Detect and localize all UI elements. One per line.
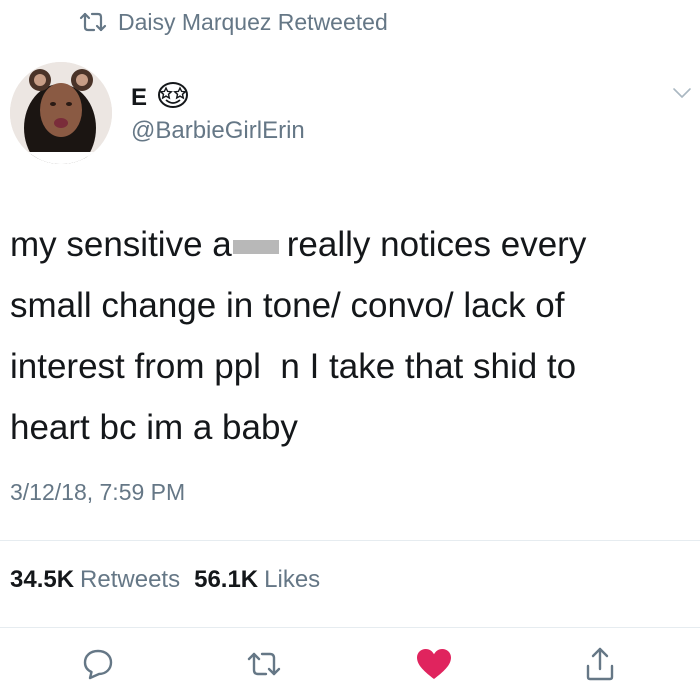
retweeted-by-text: Daisy Marquez Retweeted — [118, 8, 388, 35]
retweet-button[interactable] — [242, 644, 286, 688]
redaction-bar — [232, 240, 279, 254]
tweet-stats: 34.5K Retweets 56.1K Likes — [10, 566, 320, 594]
likes-count: 56.1K — [194, 566, 259, 593]
retweet-context[interactable]: Daisy Marquez Retweeted — [78, 7, 388, 37]
action-bar — [0, 644, 700, 692]
tweet-text: my sensitive a really notices every small… — [10, 214, 690, 458]
author-handle[interactable]: @BarbieGirlErin — [131, 117, 305, 145]
avatar[interactable] — [10, 62, 112, 164]
retweets-count: 34.5K — [10, 566, 75, 593]
retweet-icon — [246, 650, 282, 683]
retweets-stat[interactable]: 34.5K Retweets — [10, 566, 180, 594]
reply-button[interactable] — [76, 644, 120, 688]
retweet-icon — [78, 11, 108, 33]
divider — [0, 540, 700, 541]
reply-icon — [81, 647, 115, 686]
share-button[interactable] — [578, 644, 622, 688]
display-name-text: E — [131, 83, 148, 111]
star-struck-emoji-icon — [153, 79, 193, 116]
likes-label: Likes — [264, 566, 321, 593]
like-button[interactable] — [412, 644, 456, 688]
tweet-timestamp[interactable]: 3/12/18, 7:59 PM — [10, 479, 185, 506]
retweets-label: Retweets — [80, 566, 181, 593]
like-heart-icon — [415, 647, 453, 686]
author-display-name[interactable]: E — [131, 79, 193, 116]
chevron-down-icon[interactable] — [672, 86, 692, 104]
tweet-text-before-redaction: my sensitive a — [10, 225, 232, 264]
divider — [0, 627, 700, 628]
likes-stat[interactable]: 56.1K Likes — [194, 566, 320, 594]
share-icon — [584, 646, 616, 687]
